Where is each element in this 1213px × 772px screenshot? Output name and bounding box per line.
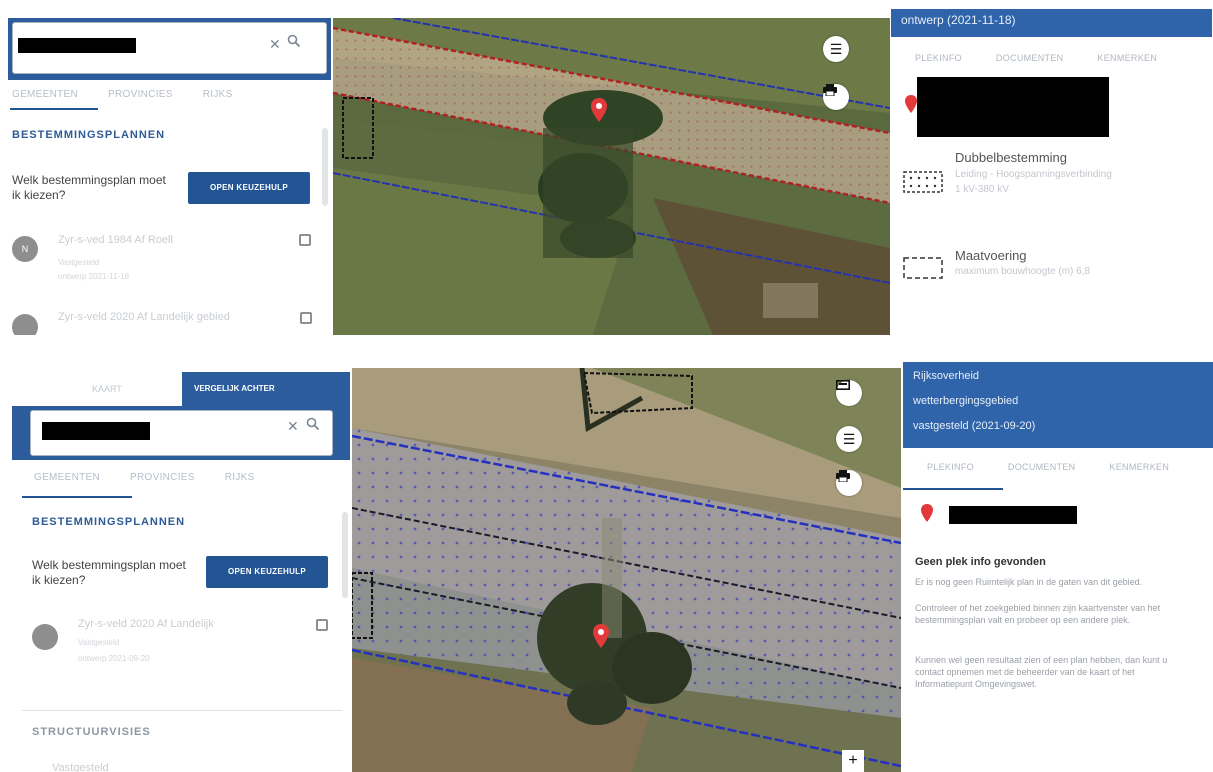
plan-title: Zyr-s-ved 1984 Af Roell bbox=[58, 234, 173, 246]
redacted-address bbox=[42, 422, 150, 440]
header-line: wetterbergingsgebied bbox=[913, 395, 1019, 407]
redacted-address bbox=[917, 77, 1109, 137]
legend-sub: Leiding - Hoogspanningsverbinding bbox=[955, 169, 1112, 180]
bottom-right-panel: Rijksoverheid wetterbergingsgebied vastg… bbox=[903, 362, 1213, 772]
tab-provincies[interactable]: PROVINCIES bbox=[108, 89, 173, 100]
legend-label: Maatvoering bbox=[955, 248, 1027, 263]
layers-menu-icon[interactable]: ☰ bbox=[836, 426, 862, 452]
redacted-address bbox=[18, 38, 136, 53]
section-title: BESTEMMINGSPLANNEN bbox=[32, 516, 186, 528]
header-line: vastgesteld (2021-09-20) bbox=[913, 420, 1036, 432]
location-pin-icon bbox=[905, 95, 917, 118]
active-tab-indicator bbox=[22, 496, 132, 498]
clear-icon[interactable]: ✕ bbox=[269, 36, 281, 53]
tab-documenten[interactable]: DOCUMENTEN bbox=[1008, 462, 1076, 472]
search-icon[interactable] bbox=[306, 417, 320, 434]
dashed-border-swatch bbox=[903, 257, 943, 279]
info-paragraph: Kunnen wel geen resultaat zien of een pl… bbox=[915, 655, 1168, 689]
aerial-map bbox=[352, 368, 901, 772]
print-icon[interactable] bbox=[823, 84, 849, 110]
plan-status-header: ontwerp (2021-11-18) bbox=[891, 9, 1212, 37]
jurisdiction-tabs: GEMEENTEN PROVINCIES RIJKS bbox=[12, 89, 263, 100]
jurisdiction-tabs: GEMEENTEN PROVINCIES RIJKS bbox=[34, 472, 285, 483]
top-map-view[interactable]: ☰ bbox=[333, 18, 890, 335]
redacted-address bbox=[949, 506, 1077, 524]
tab-rijks[interactable]: RIJKS bbox=[203, 89, 233, 100]
tab-kaart-label: KAART bbox=[92, 384, 122, 394]
location-pin-icon bbox=[921, 504, 933, 527]
tab-vergelijk[interactable]: VERGELIJK ACHTER bbox=[194, 384, 275, 393]
tab-kenmerken[interactable]: KENMERKEN bbox=[1097, 53, 1157, 63]
plan-checkbox[interactable] bbox=[299, 234, 311, 246]
avatar: N bbox=[12, 236, 38, 262]
tab-kenmerken[interactable]: KENMERKEN bbox=[1109, 462, 1169, 472]
plan-status: Vastgesteld bbox=[78, 638, 120, 647]
tab-gemeenten[interactable]: GEMEENTEN bbox=[12, 89, 78, 100]
divider bbox=[22, 710, 342, 711]
header-line: Rijksoverheid bbox=[913, 370, 980, 382]
open-keuzehulp-button[interactable]: OPEN KEUZEHULP bbox=[206, 556, 328, 588]
section-title: BESTEMMINGSPLANNEN bbox=[12, 129, 166, 141]
top-right-panel: ontwerp (2021-11-18) PLEKINFO DOCUMENTEN… bbox=[891, 9, 1212, 335]
info-paragraph: Er is nog geen Ruimtelijk plan in de gat… bbox=[915, 577, 1143, 587]
avatar bbox=[12, 314, 38, 335]
location-pin-icon bbox=[591, 98, 607, 122]
open-keuzehulp-button[interactable]: OPEN KEUZEHULP bbox=[188, 172, 310, 204]
aerial-map bbox=[333, 18, 890, 335]
tab-plekinfo[interactable]: PLEKINFO bbox=[927, 462, 974, 472]
plan-checkbox[interactable] bbox=[316, 619, 328, 631]
zoom-in-button[interactable]: + bbox=[842, 750, 864, 772]
dotted-hatch-swatch bbox=[903, 171, 943, 193]
detail-tabs: PLEKINFO DOCUMENTEN KENMERKEN bbox=[915, 53, 1191, 63]
legend-sub: 1 kV-380 kV bbox=[955, 184, 1009, 195]
active-tab-indicator bbox=[903, 488, 1003, 490]
tab-provincies[interactable]: PROVINCIES bbox=[130, 472, 195, 483]
fullscreen-icon[interactable] bbox=[836, 380, 862, 406]
bottom-sidebar: KAART VERGELIJK ACHTER ✕ GEMEENTEN PROVI… bbox=[12, 372, 350, 772]
structure-title: STRUCTUURVISIES bbox=[32, 726, 151, 738]
tab-kaart[interactable]: KAART bbox=[12, 372, 182, 406]
info-title: Geen plek info gevonden bbox=[915, 556, 1046, 568]
plan-title: Zyr-s-veld 2020 Af Landelijk bbox=[78, 618, 214, 630]
bottom-map-view[interactable]: ☰ + bbox=[352, 368, 901, 772]
scrollbar[interactable] bbox=[322, 128, 328, 206]
plan-title: Zyr-s-veld 2020 Af Landelijk gebied bbox=[58, 311, 230, 323]
location-pin-icon bbox=[593, 624, 609, 648]
info-paragraph: Controleer of het zoekgebied binnen zijn… bbox=[915, 603, 1161, 625]
plan-status: Vastgesteld bbox=[58, 258, 100, 267]
plan-question: Welk bestemmingsplan moet ik kiezen? bbox=[32, 558, 186, 587]
plan-date: ontwerp 2021-09-20 bbox=[78, 654, 150, 663]
tab-rijks[interactable]: RIJKS bbox=[225, 472, 255, 483]
clear-icon[interactable]: ✕ bbox=[287, 418, 299, 435]
active-tab-indicator bbox=[10, 108, 98, 110]
plan-checkbox[interactable] bbox=[300, 312, 312, 324]
tab-documenten[interactable]: DOCUMENTEN bbox=[996, 53, 1064, 63]
plan-question: Welk bestemmingsplan moet ik kiezen? bbox=[12, 173, 166, 202]
scrollbar[interactable] bbox=[342, 512, 348, 598]
avatar bbox=[32, 624, 58, 650]
tab-plekinfo[interactable]: PLEKINFO bbox=[915, 53, 962, 63]
top-sidebar: ✕ GEMEENTEN PROVINCIES RIJKS BESTEMMINGS… bbox=[8, 18, 331, 335]
plan-date: ontwerp 2021-11-18 bbox=[58, 272, 130, 281]
legend-label: Dubbelbestemming bbox=[955, 150, 1068, 165]
legend-sub: maximum bouwhoogte (m) 6,8 bbox=[955, 266, 1091, 277]
print-icon[interactable] bbox=[836, 470, 862, 496]
detail-tabs: PLEKINFO DOCUMENTEN KENMERKEN bbox=[927, 462, 1203, 472]
structure-item[interactable]: Vastgesteld bbox=[52, 762, 109, 772]
search-icon[interactable] bbox=[287, 34, 301, 51]
tab-gemeenten[interactable]: GEMEENTEN bbox=[34, 472, 100, 483]
layers-menu-icon[interactable]: ☰ bbox=[823, 36, 849, 62]
